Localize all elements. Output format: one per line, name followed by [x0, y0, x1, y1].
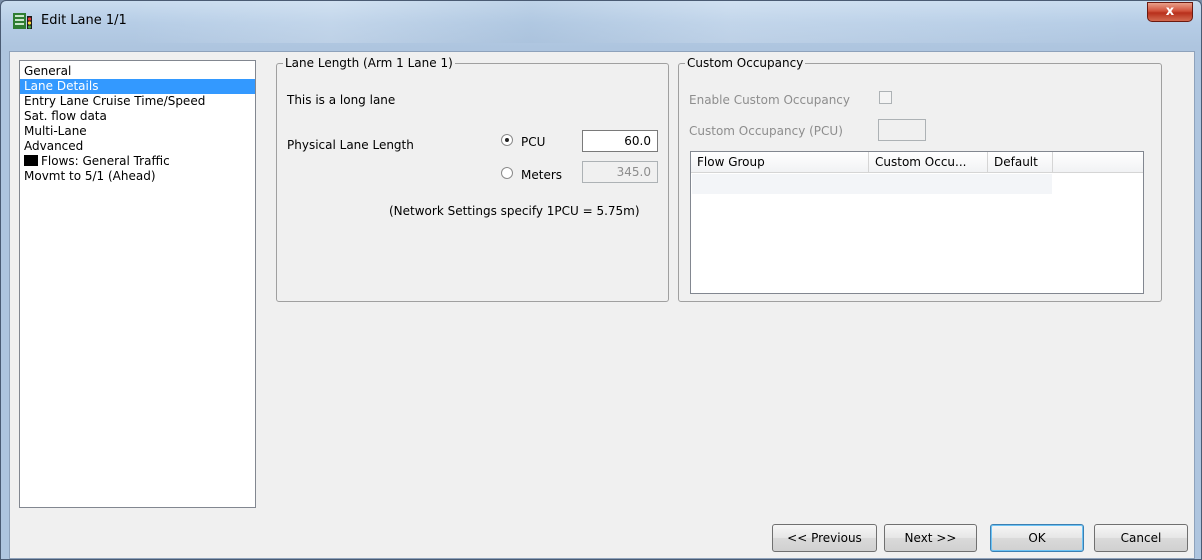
nav-item-general[interactable]: General	[20, 64, 255, 79]
close-icon: x	[1165, 4, 1175, 19]
window-title: Edit Lane 1/1	[41, 13, 127, 28]
meters-length-input[interactable]	[582, 161, 658, 183]
next-button[interactable]: Next >>	[884, 524, 977, 552]
enable-custom-occupancy-checkbox[interactable]	[879, 91, 892, 104]
table-row[interactable]	[692, 174, 1052, 194]
nav-item-movement[interactable]: Movmt to 5/1 (Ahead)	[20, 169, 255, 184]
long-lane-text: This is a long lane	[287, 93, 396, 107]
network-settings-note: (Network Settings specify 1PCU = 5.75m)	[389, 204, 640, 218]
nav-item-multi-lane[interactable]: Multi-Lane	[20, 124, 255, 139]
custom-occupancy-legend: Custom Occupancy	[687, 56, 804, 70]
column-default[interactable]: Default	[988, 152, 1053, 172]
meters-radio[interactable]	[501, 167, 513, 179]
custom-occupancy-pcu-label: Custom Occupancy (PCU)	[689, 124, 843, 138]
nav-item-sat-flow-data[interactable]: Sat. flow data	[20, 109, 255, 124]
meters-radio-label[interactable]: Meters	[521, 168, 562, 182]
dialog-body: General Lane Details Entry Lane Cruise T…	[9, 51, 1195, 559]
nav-item-label: Flows: General Traffic	[41, 154, 170, 168]
cancel-button[interactable]: Cancel	[1094, 524, 1188, 552]
close-button[interactable]: x	[1147, 2, 1193, 22]
pcu-length-input[interactable]	[582, 130, 658, 152]
ok-button[interactable]: OK	[990, 524, 1084, 552]
nav-item-lane-details[interactable]: Lane Details	[20, 79, 255, 94]
enable-custom-occupancy-label: Enable Custom Occupancy	[689, 93, 850, 107]
physical-lane-length-label: Physical Lane Length	[287, 138, 414, 152]
category-list[interactable]: General Lane Details Entry Lane Cruise T…	[19, 60, 256, 508]
pcu-radio[interactable]	[501, 134, 513, 146]
edit-lane-window: Edit Lane 1/1 x General Lane Details Ent…	[0, 0, 1202, 560]
column-custom-occupancy[interactable]: Custom Occu...	[869, 152, 988, 172]
flow-group-table[interactable]: Flow Group Custom Occu... Default	[690, 151, 1144, 294]
previous-button[interactable]: << Previous	[772, 524, 877, 552]
title-bar-background	[131, 1, 1131, 43]
nav-item-entry-lane-cruise[interactable]: Entry Lane Cruise Time/Speed	[20, 94, 255, 109]
title-bar[interactable]: Edit Lane 1/1 x	[1, 1, 1201, 43]
flow-color-swatch	[24, 155, 38, 166]
app-icon	[13, 13, 32, 29]
pcu-radio-label[interactable]: PCU	[521, 135, 545, 149]
column-flow-group[interactable]: Flow Group	[691, 152, 869, 172]
nav-item-advanced[interactable]: Advanced	[20, 139, 255, 154]
lane-length-legend: Lane Length (Arm 1 Lane 1)	[285, 56, 453, 70]
nav-item-flows-general-traffic[interactable]: Flows: General Traffic	[20, 154, 255, 169]
custom-occupancy-pcu-input[interactable]	[878, 119, 926, 141]
table-header: Flow Group Custom Occu... Default	[691, 152, 1143, 173]
